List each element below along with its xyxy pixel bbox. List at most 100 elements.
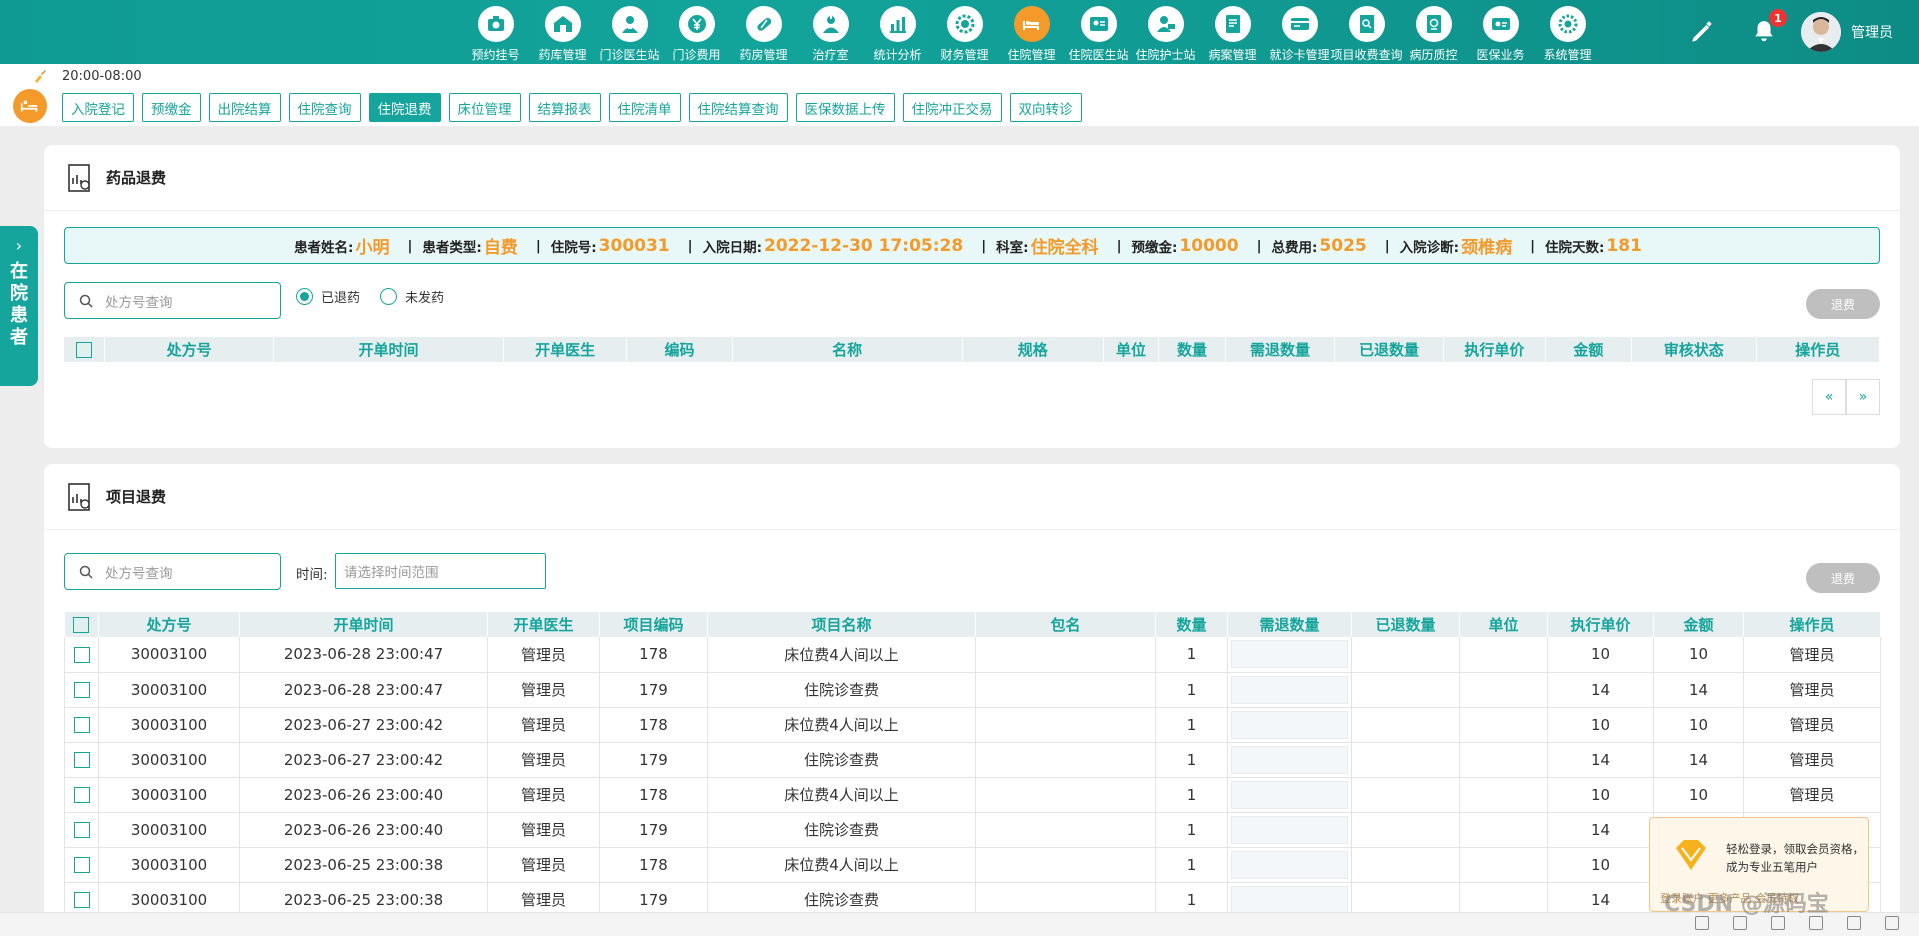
nav-item[interactable]: 系统管理 [1534, 0, 1601, 64]
table-cell: 管理员 [487, 672, 600, 708]
row-checkbox[interactable] [73, 857, 90, 873]
rocket-icon[interactable] [1695, 916, 1709, 930]
speaker-icon[interactable] [1809, 916, 1823, 930]
nav-item[interactable]: 财务管理 [931, 0, 998, 64]
drug-refund-button[interactable]: 退费 [1806, 289, 1880, 319]
nav-item[interactable]: 药房管理 [730, 0, 797, 64]
row-checkbox[interactable] [73, 717, 90, 733]
table-row[interactable]: 30003100 2023-06-25 23:00:38 管理员 178 床位费4人间以… [64, 847, 1881, 883]
table-row[interactable]: 30003100 2023-06-26 23:00:40 管理员 179 住院诊查费 1 1… [64, 812, 1881, 848]
search-placeholder: 处方号查询 [105, 565, 173, 582]
nav-item[interactable]: 住院护士站 [1132, 0, 1199, 64]
window-icon[interactable] [1847, 916, 1861, 930]
nav-item[interactable]: 预约挂号 [462, 0, 529, 64]
sub-tab[interactable]: 出院结算 [208, 93, 281, 122]
table-row[interactable]: 30003100 2023-06-28 23:00:47 管理员 178 床位费4人间以… [64, 637, 1881, 673]
row-checkbox[interactable] [73, 822, 90, 838]
table-row[interactable]: 30003100 2023-06-27 23:00:42 管理员 179 住院诊查费 1 1… [64, 742, 1881, 778]
table-cell: 30003100 [98, 672, 240, 708]
nav-item[interactable]: 治疗室 [797, 0, 864, 64]
sub-tab[interactable]: 医保数据上传 [795, 93, 895, 122]
nav-item[interactable]: 门诊医生站 [596, 0, 663, 64]
column-header: 开单时间 [273, 337, 504, 362]
nav-item[interactable]: 病案管理 [1199, 0, 1266, 64]
row-checkbox[interactable] [73, 682, 90, 698]
refund-qty-input[interactable] [1227, 777, 1352, 813]
sub-tab[interactable]: 床位管理 [448, 93, 521, 122]
drug-pager: « » [1812, 379, 1880, 415]
pill-icon [745, 6, 782, 42]
radio-not-dispensed[interactable]: 未发药 [380, 287, 444, 306]
column-header: 包名 [975, 612, 1156, 637]
refund-qty-input[interactable] [1227, 707, 1352, 743]
table-cell: 10 [1653, 777, 1744, 813]
refund-qty-input[interactable] [1227, 637, 1352, 673]
search-icon[interactable] [1885, 916, 1899, 930]
nav-item[interactable]: 项目收费查询 [1331, 0, 1403, 64]
refund-qty-field[interactable] [1231, 885, 1348, 914]
refund-qty-field[interactable] [1231, 745, 1348, 774]
table-row[interactable]: 30003100 2023-06-27 23:00:42 管理员 178 床位费4人间以… [64, 707, 1881, 743]
inpatient-side-tab[interactable]: › 在 院 患 者 [0, 226, 38, 386]
refund-qty-field[interactable] [1231, 850, 1348, 879]
pager-prev-button[interactable]: « [1812, 379, 1846, 415]
select-all-checkbox[interactable] [76, 342, 93, 358]
sub-tab[interactable]: 住院冲正交易 [902, 93, 1002, 122]
refund-qty-field[interactable] [1231, 780, 1348, 809]
drug-status-radio-group: 已退药 未发药 [296, 287, 464, 306]
row-checkbox[interactable] [73, 892, 90, 908]
refund-qty-input[interactable] [1227, 812, 1352, 848]
item-prescription-search-input[interactable]: 处方号查询 [64, 553, 281, 590]
nav-item[interactable]: 门诊费用 [663, 0, 730, 64]
refund-qty-input[interactable] [1227, 742, 1352, 778]
nav-item[interactable]: 住院管理 [998, 0, 1065, 64]
refund-qty-input[interactable] [1227, 672, 1352, 708]
time-range-label: 时间: [296, 567, 328, 583]
admission-id-label: 住院号: [550, 239, 597, 256]
nav-item-label: 病历质控 [1409, 48, 1458, 62]
sub-tab[interactable]: 入院登记 [62, 93, 134, 122]
radio-refunded[interactable]: 已退药 [296, 287, 360, 306]
table-cell: 2023-06-28 23:00:47 [239, 672, 488, 708]
refund-qty-input[interactable] [1227, 847, 1352, 883]
row-checkbox[interactable] [73, 646, 90, 663]
inpatient-module-icon [13, 89, 47, 123]
nav-item[interactable]: 统计分析 [864, 0, 931, 64]
refund-qty-field[interactable] [1231, 815, 1348, 844]
avatar[interactable] [1801, 12, 1841, 52]
table-row[interactable]: 30003100 2023-06-26 23:00:40 管理员 178 床位费4人间以… [64, 777, 1881, 813]
nav-item[interactable]: 住院医生站 [1065, 0, 1132, 64]
nav-item[interactable]: 医保业务 [1467, 0, 1534, 64]
table-cell: 30003100 [98, 707, 240, 743]
trash-icon[interactable] [1771, 916, 1785, 930]
table-cell [1459, 707, 1548, 743]
pager-next-button[interactable]: » [1846, 379, 1880, 415]
row-checkbox[interactable] [73, 752, 90, 768]
column-header: 项目编码 [599, 612, 708, 637]
pencil-icon[interactable] [1689, 19, 1715, 45]
doctor-card-icon [1080, 6, 1117, 42]
clock-icon[interactable] [1733, 916, 1747, 930]
sub-tab[interactable]: 结算报表 [528, 93, 601, 122]
username[interactable]: 管理员 [1851, 22, 1893, 42]
time-range-input[interactable]: 请选择时间范围 [335, 553, 546, 589]
refund-qty-field[interactable] [1231, 675, 1348, 704]
sub-tab[interactable]: 住院查询 [288, 93, 361, 122]
row-checkbox[interactable] [73, 787, 90, 803]
drug-prescription-search-input[interactable]: 处方号查询 [64, 282, 281, 319]
refund-qty-field[interactable] [1231, 710, 1348, 739]
sub-tab[interactable]: 住院退费 [368, 93, 441, 122]
table-row[interactable]: 30003100 2023-06-28 23:00:47 管理员 179 住院诊查费 1 1… [64, 672, 1881, 708]
nav-item[interactable]: 病历质控 [1400, 0, 1467, 64]
table-cell: 1 [1155, 777, 1228, 813]
sub-tab[interactable]: 预缴金 [142, 93, 201, 122]
sub-tab[interactable]: 住院结算查询 [688, 93, 788, 122]
sub-tab[interactable]: 双向转诊 [1009, 93, 1082, 122]
nav-item[interactable]: 药库管理 [529, 0, 596, 64]
item-refund-button[interactable]: 退费 [1806, 563, 1880, 593]
notification-bell[interactable]: 1 [1751, 9, 1787, 45]
nav-item[interactable]: 就诊卡管理 [1266, 0, 1333, 64]
refund-qty-field[interactable] [1231, 640, 1348, 669]
select-all-checkbox[interactable] [73, 617, 90, 633]
sub-tab[interactable]: 住院清单 [608, 93, 681, 122]
